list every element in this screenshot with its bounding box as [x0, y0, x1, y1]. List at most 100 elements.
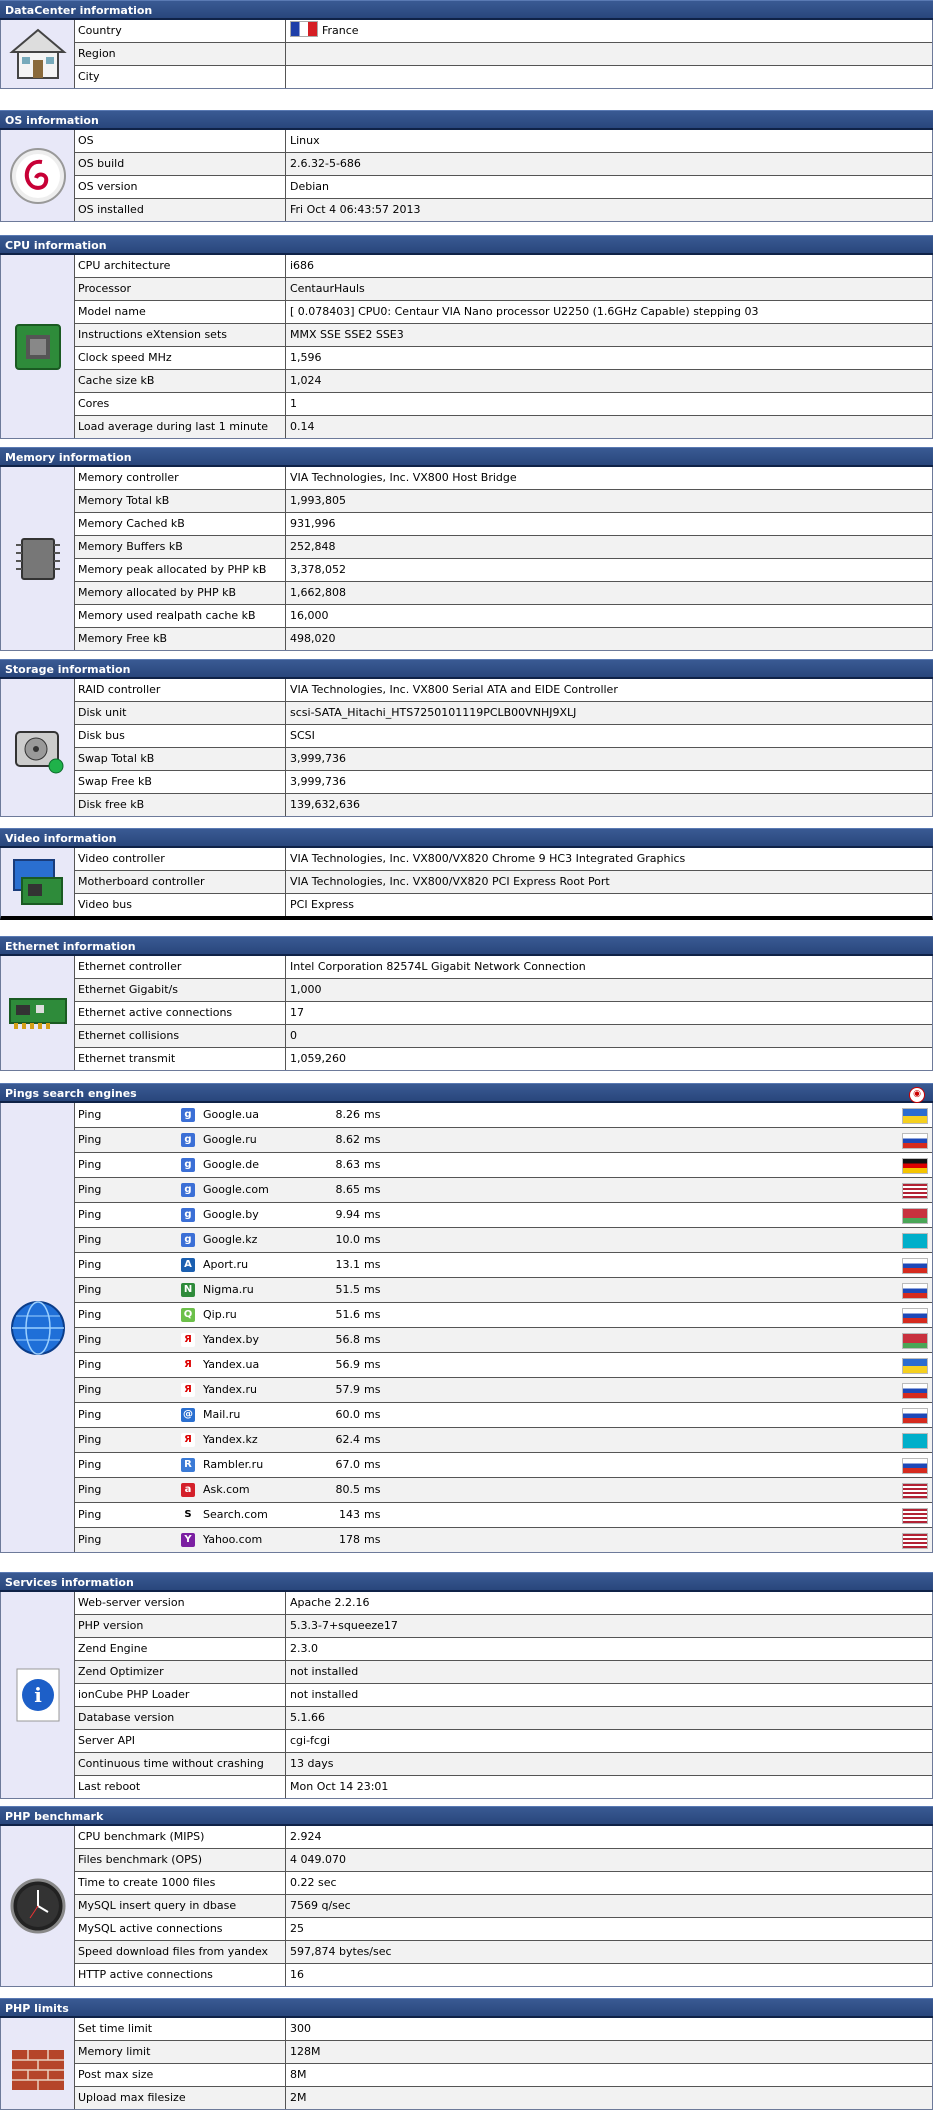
- engine-name[interactable]: Mail.ru: [203, 1403, 240, 1427]
- table-row: Ethernet transmit 1,059,260: [75, 1048, 932, 1070]
- row-label: Video bus: [75, 894, 286, 916]
- ping-row: Ping g Google.ua 8.26 ms: [75, 1103, 932, 1128]
- table-row: RAID controller VIA Technologies, Inc. VX…: [75, 679, 932, 702]
- ping-time: 178: [339, 1533, 360, 1546]
- row-value: 5.1.66: [290, 1711, 325, 1724]
- france-flag-icon: [290, 21, 318, 37]
- table-row: Model name [ 0.078403] CPU0: Centaur VIA …: [75, 301, 932, 324]
- ping-engine: S Search.com: [181, 1503, 322, 1527]
- engine-name[interactable]: Yandex.ua: [203, 1353, 259, 1377]
- row-value: 128M: [290, 2045, 321, 2058]
- ping-unit: ms: [364, 1308, 381, 1321]
- ping-row: Ping S Search.com 143 ms: [75, 1503, 932, 1528]
- table-row: Cache size kB 1,024: [75, 370, 932, 393]
- row-value: [ 0.078403] CPU0: Centaur VIA Nano proce…: [290, 305, 759, 318]
- row-label: Speed download files from yandex: [75, 1941, 286, 1963]
- row-value: 2.924: [290, 1830, 322, 1843]
- row-value: 2.3.0: [290, 1642, 318, 1655]
- engine-name[interactable]: Nigma.ru: [203, 1278, 254, 1302]
- storage-table: RAID controller VIA Technologies, Inc. VX…: [0, 679, 933, 817]
- qip-icon: Q: [181, 1308, 195, 1322]
- google-icon: g: [181, 1133, 195, 1147]
- row-value: 597,874 bytes/sec: [290, 1945, 392, 1958]
- ping-label: Ping: [78, 1183, 102, 1196]
- ping-unit: ms: [364, 1208, 381, 1221]
- ping-time: 8.63: [335, 1158, 361, 1171]
- ping-label: Ping: [78, 1483, 102, 1496]
- ping-time: 60.0: [335, 1408, 361, 1421]
- ping-unit: ms: [364, 1383, 381, 1396]
- country-flag-icon: [902, 1108, 928, 1124]
- row-label: Cache size kB: [75, 370, 286, 392]
- engine-name[interactable]: Search.com: [203, 1503, 268, 1527]
- engine-name[interactable]: Rambler.ru: [203, 1453, 263, 1477]
- engine-name[interactable]: Yandex.ru: [203, 1378, 257, 1402]
- row-label: Server API: [75, 1730, 286, 1752]
- limits-table: Set time limit 300 Memory limit 128M Post ma…: [0, 2018, 933, 2110]
- engine-name[interactable]: Google.kz: [203, 1228, 257, 1252]
- table-row: Motherboard controller VIA Technologies, …: [75, 871, 932, 894]
- table-row: Memory Cached kB 931,996: [75, 513, 932, 536]
- ping-time: 51.6: [335, 1308, 361, 1321]
- engine-name[interactable]: Qip.ru: [203, 1303, 237, 1327]
- ping-label: Ping: [78, 1233, 102, 1246]
- ping-time: 8.65: [335, 1183, 361, 1196]
- country-flag-icon: [902, 1533, 928, 1549]
- row-label: CPU benchmark (MIPS): [75, 1826, 286, 1848]
- engine-name[interactable]: Google.ru: [203, 1128, 257, 1152]
- row-value: 1: [290, 397, 297, 410]
- ping-row: Ping @ Mail.ru 60.0 ms: [75, 1403, 932, 1428]
- row-value: 1,596: [290, 351, 322, 364]
- section-title: PHP limits: [0, 1998, 933, 2018]
- yandex-icon: Я: [181, 1383, 195, 1397]
- row-value: Linux: [290, 134, 320, 147]
- table-row: Server API cgi-fcgi: [75, 1730, 932, 1753]
- engine-name[interactable]: Ask.com: [203, 1478, 250, 1502]
- info-icon: i: [1, 1592, 75, 1798]
- ping-unit: ms: [364, 1233, 381, 1246]
- row-label: MySQL active connections: [75, 1918, 286, 1940]
- row-label: Memory Buffers kB: [75, 536, 286, 558]
- house-icon: [1, 20, 75, 88]
- ping-time: 9.94: [335, 1208, 361, 1221]
- engine-name[interactable]: Yandex.by: [203, 1328, 259, 1352]
- table-row: Memory limit 128M: [75, 2041, 932, 2064]
- engine-name[interactable]: Yandex.kz: [203, 1428, 258, 1452]
- table-row: Disk free kB 139,632,636: [75, 794, 932, 816]
- refresh-icon[interactable]: ◉: [909, 1087, 925, 1103]
- country-flag-icon: [902, 1158, 928, 1174]
- ping-engine: Я Yandex.ua: [181, 1353, 322, 1377]
- row-value: not installed: [290, 1688, 359, 1701]
- video-table: Video controller VIA Technologies, Inc. V…: [0, 848, 933, 920]
- ping-row: Ping Я Yandex.by 56.8 ms: [75, 1328, 932, 1353]
- ping-label: Ping: [78, 1108, 102, 1121]
- engine-name[interactable]: Google.de: [203, 1153, 259, 1177]
- engine-name[interactable]: Google.com: [203, 1178, 269, 1202]
- ping-engine: Я Yandex.kz: [181, 1428, 322, 1452]
- section-title: Storage information: [0, 659, 933, 679]
- ping-unit: ms: [364, 1433, 381, 1446]
- table-row: HTTP active connections 16: [75, 1964, 932, 1986]
- globe-icon: [1, 1103, 75, 1552]
- ping-time: 57.9: [335, 1383, 361, 1396]
- ping-row: Ping Я Yandex.kz 62.4 ms: [75, 1428, 932, 1453]
- engine-name[interactable]: Aport.ru: [203, 1253, 248, 1277]
- row-value: 498,020: [290, 632, 336, 645]
- table-row: OS Linux: [75, 130, 932, 153]
- country-flag-icon: [902, 1333, 928, 1349]
- engine-name[interactable]: Google.ua: [203, 1103, 259, 1127]
- row-value: 16,000: [290, 609, 329, 622]
- row-label: Ethernet controller: [75, 956, 286, 978]
- benchmark-section: PHP benchmark CPU benchmark (MIPS) 2.924 F…: [0, 1806, 933, 1987]
- table-row: City: [75, 66, 932, 88]
- section-title: Ethernet information: [0, 936, 933, 956]
- yandex-icon: Я: [181, 1358, 195, 1372]
- section-title: Pings search engines ◉: [0, 1083, 933, 1103]
- row-value: 0: [290, 1029, 297, 1042]
- svg-text:i: i: [34, 1683, 42, 1707]
- row-value: 4 049.070: [290, 1853, 346, 1866]
- engine-name[interactable]: Yahoo.com: [203, 1528, 262, 1552]
- row-label: Region: [75, 43, 286, 65]
- country-flag-icon: [902, 1383, 928, 1399]
- engine-name[interactable]: Google.by: [203, 1203, 259, 1227]
